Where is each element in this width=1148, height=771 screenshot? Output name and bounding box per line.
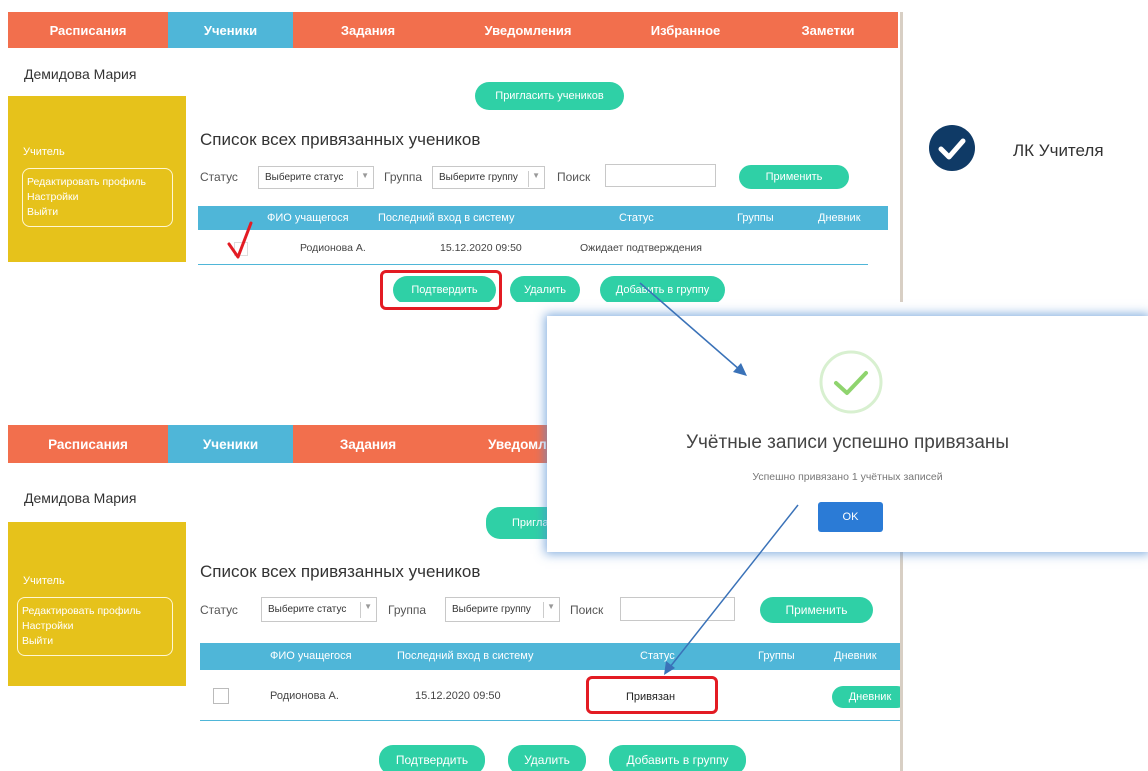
search-label: Поиск: [557, 170, 591, 184]
row-divider: [198, 264, 868, 265]
panel-edge: [900, 12, 903, 302]
status-select-value: Выберите статус: [265, 172, 344, 183]
sidebar-role: Учитель: [23, 575, 65, 587]
sidebar-item-edit-profile[interactable]: Редактировать профиль: [27, 175, 168, 190]
ok-button[interactable]: OK: [818, 502, 883, 532]
column-name: ФИО учащегося: [270, 650, 352, 662]
row-last-login: 15.12.2020 09:50: [440, 242, 522, 254]
add-to-group-button[interactable]: Добавить в группу: [600, 276, 725, 302]
user-name: Демидова Мария: [24, 66, 137, 82]
row-student-name: Родионова А.: [270, 690, 339, 702]
tab-students[interactable]: Ученики: [168, 12, 293, 48]
sidebar-item-settings[interactable]: Настройки: [27, 190, 168, 205]
search-label: Поиск: [570, 603, 604, 617]
row-status: Ожидает подтверждения: [580, 242, 702, 254]
delete-button[interactable]: Удалить: [508, 745, 586, 771]
tab-tasks[interactable]: Задания: [293, 425, 443, 463]
column-groups: Группы: [737, 212, 774, 224]
top-screenshot-panel: Расписания Ученики Задания Уведомления И…: [8, 12, 903, 302]
group-filter-label: Группа: [388, 603, 427, 617]
tab-schedules[interactable]: Расписания: [8, 12, 168, 48]
sidebar-item-settings[interactable]: Настройки: [22, 619, 168, 634]
diary-button[interactable]: Дневник: [832, 686, 903, 708]
row-divider: [200, 720, 903, 721]
tab-students[interactable]: Ученики: [168, 425, 293, 463]
highlight-confirm-button: [380, 270, 502, 310]
row-checkbox[interactable]: [234, 242, 248, 256]
column-groups: Группы: [758, 650, 795, 662]
search-input[interactable]: [620, 597, 735, 621]
sidebar-item-logout[interactable]: Выйти: [22, 634, 168, 649]
tab-tasks[interactable]: Задания: [293, 12, 443, 48]
chevron-down-icon: ▼: [547, 602, 555, 611]
top-nav: Расписания Ученики Задания Уведомления И…: [8, 12, 898, 48]
apply-button[interactable]: Применить: [739, 165, 849, 189]
group-filter-label: Группа: [384, 170, 423, 184]
sidebar: Учитель Редактировать профиль Настройки …: [8, 522, 186, 686]
invite-students-button[interactable]: Пригласить учеников: [475, 82, 624, 110]
column-last-login: Последний вход в систему: [378, 212, 515, 224]
table-header: ФИО учащегося Последний вход в систему С…: [198, 206, 888, 230]
tab-notifications[interactable]: Уведомления: [443, 12, 613, 48]
table-row[interactable]: Родионова А. 15.12.2020 09:50 Ожидает по…: [198, 230, 888, 264]
status-select[interactable]: Выберите статус ▼: [261, 597, 377, 622]
column-last-login: Последний вход в систему: [397, 650, 534, 662]
table-row[interactable]: Родионова А. 15.12.2020 09:50 Привязан Д…: [200, 670, 903, 720]
search-input[interactable]: [605, 164, 716, 187]
delete-button[interactable]: Удалить: [510, 276, 580, 302]
apply-button[interactable]: Применить: [760, 597, 873, 623]
modal-subtitle: Успешно привязано 1 учётных записей: [752, 471, 943, 483]
tab-notes[interactable]: Заметки: [758, 12, 898, 48]
status-select-value: Выберите статус: [268, 604, 347, 615]
add-to-group-button[interactable]: Добавить в группу: [609, 745, 746, 771]
confirm-button[interactable]: Подтвердить: [379, 745, 485, 771]
column-name: ФИО учащегося: [267, 212, 349, 224]
check-badge-icon: [929, 125, 975, 171]
success-modal: Учётные записи успешно привязаны Успешно…: [547, 316, 1148, 552]
chevron-down-icon: ▼: [364, 602, 372, 611]
row-last-login: 15.12.2020 09:50: [415, 690, 501, 702]
tab-favorites[interactable]: Избранное: [613, 12, 758, 48]
status-filter-label: Статус: [200, 170, 238, 184]
chevron-down-icon: ▼: [361, 171, 369, 180]
tab-schedules[interactable]: Расписания: [8, 425, 168, 463]
lk-label: ЛК Учителя: [1013, 141, 1104, 160]
group-select[interactable]: Выберите группу ▼: [432, 166, 545, 189]
sidebar-item-edit-profile[interactable]: Редактировать профиль: [22, 604, 168, 619]
success-check-icon: [819, 350, 883, 414]
status-filter-label: Статус: [200, 603, 238, 617]
chevron-down-icon: ▼: [532, 171, 540, 180]
group-select[interactable]: Выберите группу ▼: [445, 597, 560, 622]
sidebar-menu: Редактировать профиль Настройки Выйти: [22, 168, 173, 227]
group-select-value: Выберите группу: [439, 172, 518, 183]
column-status: Статус: [619, 212, 654, 224]
row-student-name: Родионова А.: [300, 242, 366, 254]
sidebar-role: Учитель: [23, 146, 65, 158]
sidebar: Учитель Редактировать профиль Настройки …: [8, 96, 186, 262]
row-checkbox[interactable]: [213, 688, 229, 704]
sidebar-item-logout[interactable]: Выйти: [27, 205, 168, 220]
list-title: Список всех привязанных учеников: [200, 130, 481, 149]
list-title: Список всех привязанных учеников: [200, 562, 481, 581]
highlight-status-cell: [586, 676, 718, 714]
modal-title: Учётные записи успешно привязаны: [685, 432, 1010, 453]
group-select-value: Выберите группу: [452, 604, 531, 615]
column-diary: Дневник: [818, 212, 861, 224]
sidebar-menu: Редактировать профиль Настройки Выйти: [17, 597, 173, 656]
column-diary: Дневник: [834, 650, 877, 662]
status-select[interactable]: Выберите статус ▼: [258, 166, 374, 189]
column-status: Статус: [640, 650, 675, 662]
user-name: Демидова Мария: [24, 490, 137, 506]
table-header: ФИО учащегося Последний вход в систему С…: [200, 643, 903, 670]
